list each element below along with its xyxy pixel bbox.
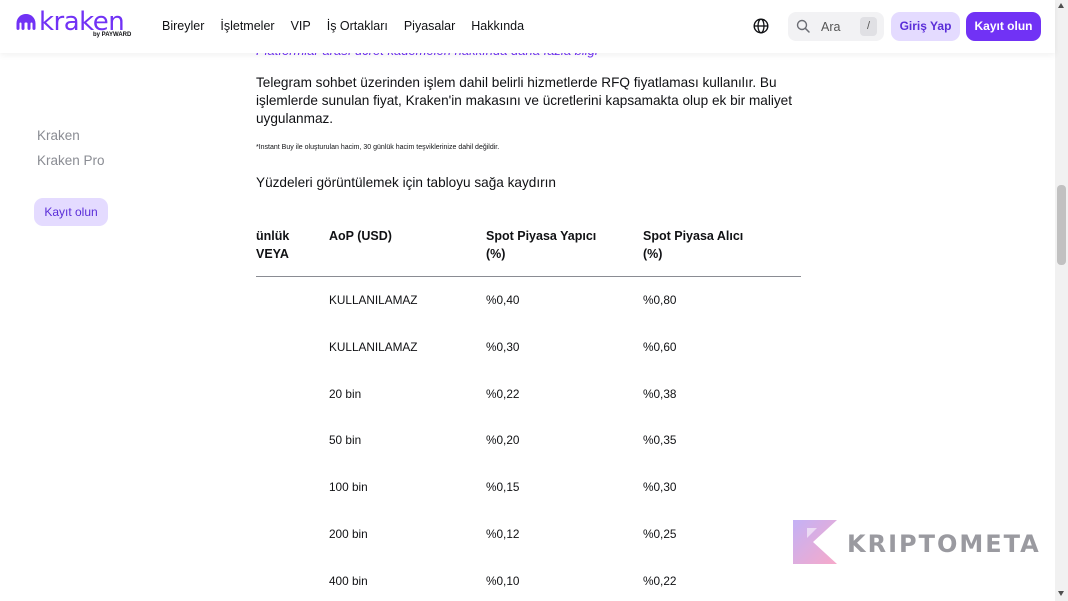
signup-button[interactable]: Kayıt olun	[966, 12, 1041, 41]
cell-maker: %0,12	[486, 527, 520, 541]
header-maker-line2: (%)	[486, 247, 506, 261]
sidebar-signup-button[interactable]: Kayıt olun	[34, 198, 108, 226]
scroll-up-arrow-icon[interactable]	[1058, 3, 1064, 8]
cell-aop: 400 bin	[329, 573, 368, 588]
header-maker: Spot Piyasa Yapıcı (%)	[486, 227, 596, 263]
search-icon	[796, 19, 810, 33]
cell-aop: 200 bin	[329, 527, 368, 541]
sidebar-item-kraken-pro[interactable]: Kraken Pro	[37, 153, 105, 168]
header-maker-line1: Spot Piyasa Yapıcı	[486, 229, 597, 243]
cell-aop: KULLANILAMAZ	[329, 339, 418, 354]
cell-maker: %0,22	[486, 386, 520, 401]
header-taker-line1: Spot Piyasa Alıcı	[643, 229, 744, 243]
cell-taker: %0,25	[643, 527, 677, 541]
scroll-down-arrow-icon[interactable]	[1058, 591, 1064, 596]
nav-item-piyasalar[interactable]: Piyasalar	[404, 19, 455, 33]
cell-taker: %0,22	[643, 573, 677, 588]
top-header: kraken by PAYWARD Bireyler İşletmeler VI…	[0, 0, 1055, 53]
header-divider	[256, 276, 801, 277]
kriptometa-logo-icon	[793, 520, 837, 564]
cell-maker: %0,30	[486, 339, 520, 354]
cell-taker: %0,38	[643, 386, 677, 401]
search-box[interactable]: Ara /	[788, 12, 884, 41]
header-taker-line2: (%)	[643, 247, 663, 261]
cell-aop: 50 bin	[329, 433, 362, 448]
cell-aop: 20 bin	[329, 386, 362, 401]
nav-item-hakkinda[interactable]: Hakkında	[471, 19, 524, 33]
kraken-logo-icon	[16, 14, 36, 30]
scrollbar-thumb[interactable]	[1057, 185, 1066, 265]
cell-aop: KULLANILAMAZ	[329, 293, 418, 307]
login-button[interactable]: Giriş Yap	[891, 12, 960, 41]
cell-taker: %0,30	[643, 480, 677, 495]
nav-item-vip[interactable]: VIP	[291, 19, 311, 33]
instant-buy-footnote: *Instant Buy ile oluşturulan hacim, 30 g…	[256, 144, 500, 151]
main-nav: Bireyler İşletmeler VIP İş Ortakları Piy…	[162, 19, 540, 33]
kriptometa-watermark: KRIPTOMETA	[791, 518, 1039, 568]
kraken-logo[interactable]: kraken by PAYWARD	[15, 7, 139, 41]
globe-icon[interactable]	[753, 18, 769, 34]
header-volume-line2: VEYA	[256, 247, 289, 261]
sidebar-item-kraken[interactable]: Kraken	[37, 128, 80, 143]
search-shortcut-key: /	[860, 17, 877, 36]
header-taker: Spot Piyasa Alıcı (%)	[643, 227, 743, 263]
logo-subtitle: by PAYWARD	[93, 32, 132, 38]
search-placeholder: Ara	[821, 20, 841, 34]
vertical-scrollbar[interactable]	[1055, 0, 1068, 601]
cell-taker: %0,80	[643, 293, 677, 307]
header-aop: AoP (USD)	[329, 229, 392, 243]
page: kraken by PAYWARD Bireyler İşletmeler VI…	[0, 0, 1068, 601]
cell-aop: 100 bin	[329, 480, 368, 495]
cell-taker: %0,35	[643, 433, 677, 448]
cell-maker: %0,10	[486, 573, 520, 588]
cell-maker: %0,15	[486, 480, 520, 495]
nav-item-bireyler[interactable]: Bireyler	[162, 19, 204, 33]
rfq-paragraph: Telegram sohbet üzerinden işlem dahil be…	[256, 75, 793, 126]
table-scroll-hint: Yüzdeleri görüntülemek için tabloyu sağa…	[256, 175, 556, 190]
nav-item-is-ortaklari[interactable]: İş Ortakları	[327, 19, 388, 33]
nav-item-isletmeler[interactable]: İşletmeler	[220, 19, 274, 33]
header-volume-line1: ünlük	[256, 229, 290, 243]
header-volume: ünlük VEYA	[256, 227, 289, 263]
cell-maker: %0,40	[486, 293, 520, 307]
cell-maker: %0,20	[486, 433, 520, 448]
cell-taker: %0,60	[643, 339, 677, 354]
watermark-text: KRIPTOMETA	[847, 530, 1041, 558]
